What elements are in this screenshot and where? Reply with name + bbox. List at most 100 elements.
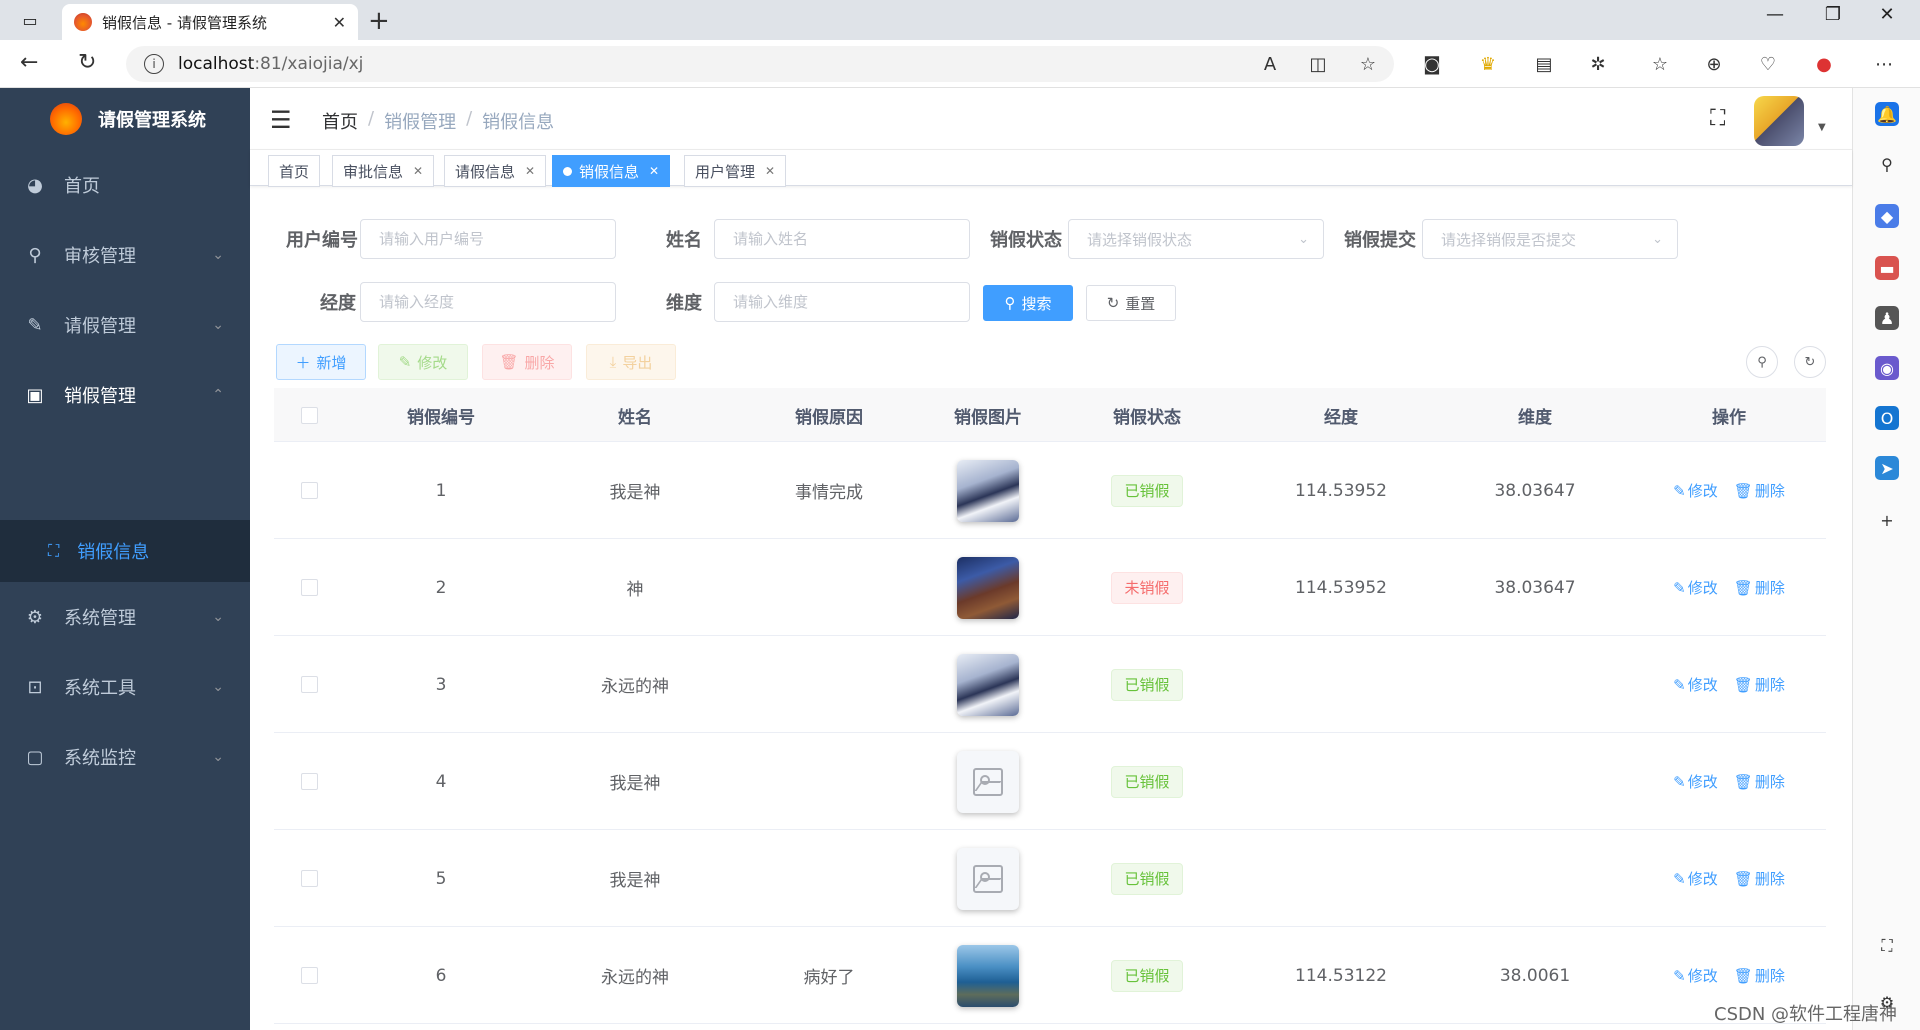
- image-placeholder-icon[interactable]: [957, 847, 1019, 910]
- sidebar-item-tools[interactable]: ⊡ 系统工具 ⌄: [0, 652, 250, 722]
- delete-button[interactable]: 🗑 删除: [482, 344, 572, 380]
- row-checkbox[interactable]: [300, 773, 318, 790]
- edit-button[interactable]: ✎ 修改: [378, 344, 468, 380]
- column-header[interactable]: 销假原因: [732, 388, 926, 442]
- sidebar-item-system[interactable]: ⚙ 系统管理 ⌄: [0, 582, 250, 652]
- copilot-icon[interactable]: ◉: [1875, 356, 1899, 380]
- reload-icon[interactable]: ↻: [78, 50, 96, 75]
- tag-user-management[interactable]: 用户管理 ✕: [684, 155, 787, 187]
- leave-photo-thumbnail[interactable]: [957, 459, 1019, 522]
- latitude-input[interactable]: [714, 282, 970, 322]
- close-icon[interactable]: ✕: [413, 164, 423, 178]
- tag-cancel-info[interactable]: 销假信息 ✕: [552, 155, 671, 187]
- refresh-button[interactable]: ↻: [1794, 346, 1826, 378]
- restore-icon[interactable]: ❐: [1810, 4, 1856, 25]
- user-id-input[interactable]: [360, 219, 616, 259]
- extension-icon-1[interactable]: ◙: [1420, 52, 1444, 76]
- sidebar-item-leave[interactable]: ✎ 请假管理 ⌄: [0, 290, 250, 360]
- table-row[interactable]: 1 我是神 事情完成 已销假 114.53952 38.03647 ✎ 修改 🗑 删除: [274, 442, 1826, 539]
- caret-down-icon[interactable]: ▼: [1818, 122, 1826, 133]
- toggle-search-button[interactable]: ⚲: [1746, 346, 1778, 378]
- column-header[interactable]: 姓名: [538, 388, 732, 442]
- row-delete-button[interactable]: 🗑 删除: [1734, 674, 1785, 695]
- more-menu-icon[interactable]: ⋯: [1872, 52, 1896, 76]
- close-icon[interactable]: ✕: [649, 164, 659, 178]
- add-button[interactable]: ＋ 新增: [276, 344, 366, 380]
- browser-tab[interactable]: 销假信息 - 请假管理系统 ✕: [62, 4, 358, 40]
- search-icon[interactable]: ⚲: [1875, 152, 1899, 176]
- games-icon[interactable]: ♟: [1875, 306, 1899, 330]
- tag-approval-info[interactable]: 审批信息 ✕: [332, 155, 435, 187]
- row-checkbox[interactable]: [300, 870, 318, 887]
- profile-avatar-icon[interactable]: ●: [1812, 52, 1836, 76]
- leave-photo-thumbnail[interactable]: [957, 944, 1019, 1007]
- extension-icon-2[interactable]: ♛: [1476, 52, 1500, 76]
- column-header[interactable]: 维度: [1438, 388, 1632, 442]
- sidebar-item-monitor[interactable]: ▢ 系统监控 ⌄: [0, 722, 250, 792]
- row-edit-button[interactable]: ✎ 修改: [1673, 577, 1718, 598]
- column-header[interactable]: 销假编号: [344, 388, 538, 442]
- row-checkbox[interactable]: [300, 676, 318, 693]
- table-row[interactable]: 2 神 未销假 114.53952 38.03647 ✎ 修改 🗑 删除: [274, 539, 1826, 636]
- column-header[interactable]: 销假状态: [1050, 388, 1244, 442]
- close-icon[interactable]: ✕: [765, 164, 775, 178]
- tag-leave-info[interactable]: 请假信息 ✕: [444, 155, 547, 187]
- row-edit-button[interactable]: ✎ 修改: [1673, 480, 1718, 501]
- row-checkbox[interactable]: [300, 579, 318, 596]
- minimize-icon[interactable]: —: [1752, 4, 1798, 25]
- site-info-icon[interactable]: i: [144, 54, 164, 74]
- row-checkbox[interactable]: [300, 482, 318, 499]
- back-icon[interactable]: ←: [20, 50, 38, 75]
- send-icon[interactable]: ➤: [1875, 456, 1899, 480]
- row-edit-button[interactable]: ✎ 修改: [1673, 674, 1718, 695]
- status-select[interactable]: 请选择销假状态 ⌄: [1068, 219, 1324, 259]
- leave-photo-thumbnail[interactable]: [957, 556, 1019, 619]
- tools-icon[interactable]: ▬: [1875, 256, 1899, 280]
- row-edit-button[interactable]: ✎ 修改: [1673, 868, 1718, 889]
- tag-home[interactable]: 首页: [268, 155, 321, 187]
- notification-bell-icon[interactable]: 🔔: [1875, 102, 1899, 126]
- select-all-checkbox[interactable]: [300, 406, 318, 424]
- screenshot-icon[interactable]: ⛶: [1875, 934, 1899, 958]
- shopping-tag-icon[interactable]: ◆: [1875, 204, 1899, 228]
- close-window-icon[interactable]: ✕: [1864, 4, 1910, 25]
- row-delete-button[interactable]: 🗑 删除: [1734, 868, 1785, 889]
- reset-button[interactable]: ↻ 重置: [1086, 285, 1176, 321]
- close-tab-icon[interactable]: ✕: [333, 13, 346, 32]
- table-row[interactable]: 5 我是神 已销假 ✎ 修改 🗑 删除: [274, 830, 1826, 927]
- sidebar-subitem-cancel-info[interactable]: ⛶ 销假信息: [0, 520, 250, 582]
- table-row[interactable]: 6 永远的神 病好了 已销假 114.53122 38.0061 ✎ 修改 🗑 删除: [274, 927, 1826, 1024]
- favorite-star-icon[interactable]: ☆: [1356, 52, 1380, 76]
- row-delete-button[interactable]: 🗑 删除: [1734, 771, 1785, 792]
- collections-icon[interactable]: ⊕: [1702, 52, 1726, 76]
- row-delete-button[interactable]: 🗑 删除: [1734, 577, 1785, 598]
- search-button[interactable]: ⚲ 搜索: [983, 285, 1073, 321]
- table-row[interactable]: 3 永远的神 已销假 ✎ 修改 🗑 删除: [274, 636, 1826, 733]
- hamburger-icon[interactable]: ☰: [270, 106, 292, 134]
- outlook-icon[interactable]: O: [1875, 406, 1899, 430]
- url-field[interactable]: i localhost:81/xaiojia/xj: [126, 46, 1394, 82]
- read-aloud-icon[interactable]: A: [1258, 52, 1282, 76]
- avatar[interactable]: [1754, 96, 1804, 146]
- submit-select[interactable]: 请选择销假是否提交 ⌄: [1422, 219, 1678, 259]
- new-tab-icon[interactable]: +: [368, 6, 390, 36]
- extension-icon-3[interactable]: ▤: [1532, 52, 1556, 76]
- row-checkbox[interactable]: [300, 967, 318, 984]
- sidebar-item-home[interactable]: ◕ 首页: [0, 150, 250, 220]
- split-screen-icon[interactable]: ◫: [1306, 52, 1330, 76]
- leave-photo-thumbnail[interactable]: [957, 653, 1019, 716]
- fullscreen-icon[interactable]: ⛶: [1710, 106, 1725, 131]
- sidebar-item-cancel-leave[interactable]: ▣ 销假管理 ⌃: [0, 360, 250, 430]
- breadcrumb-item[interactable]: 首页: [322, 108, 358, 134]
- image-placeholder-icon[interactable]: [957, 750, 1019, 813]
- browser-essentials-icon[interactable]: ♡: [1756, 52, 1780, 76]
- close-icon[interactable]: ✕: [525, 164, 535, 178]
- favorites-list-icon[interactable]: ☆: [1648, 52, 1672, 76]
- column-header[interactable]: 经度: [1244, 388, 1438, 442]
- name-input[interactable]: [714, 219, 970, 259]
- tab-actions-icon[interactable]: ▭: [18, 8, 42, 32]
- add-panel-icon[interactable]: +: [1875, 508, 1899, 532]
- row-edit-button[interactable]: ✎ 修改: [1673, 965, 1718, 986]
- longitude-input[interactable]: [360, 282, 616, 322]
- extensions-puzzle-icon[interactable]: ✲: [1586, 52, 1610, 76]
